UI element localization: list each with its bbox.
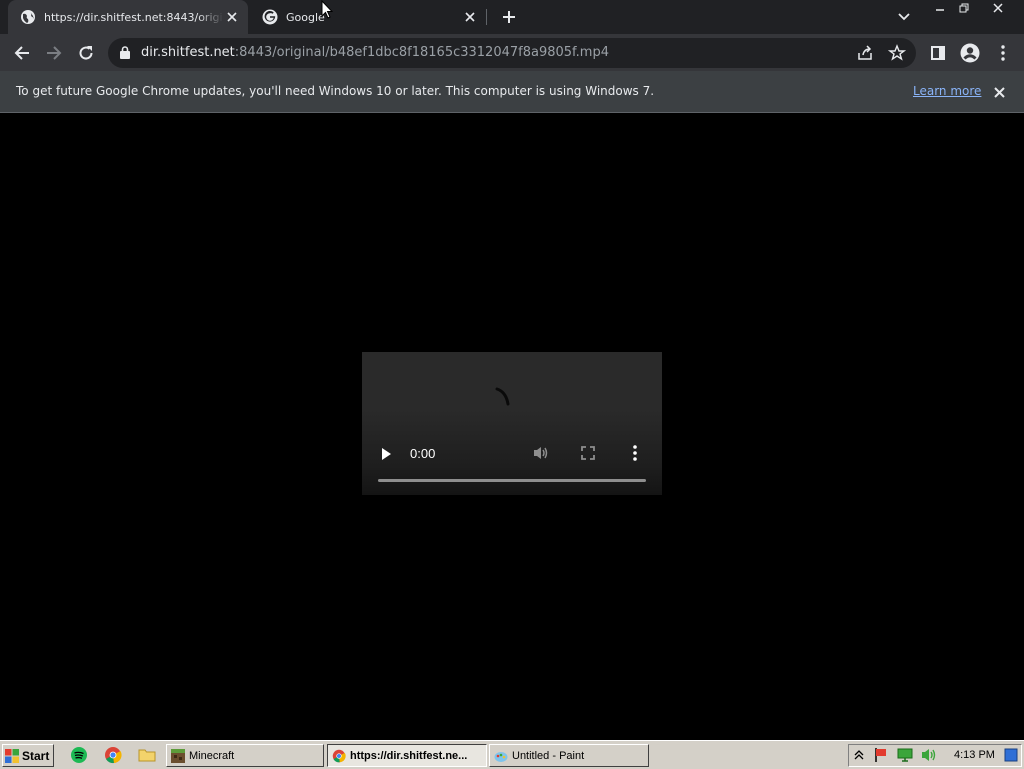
chrome-icon[interactable] (104, 746, 122, 764)
fullscreen-icon[interactable] (581, 446, 595, 460)
page-content: 0:00 (0, 113, 1024, 740)
chevron-up-icon[interactable] (854, 750, 864, 760)
speaker-icon[interactable] (921, 747, 937, 763)
arrow-right-icon (47, 46, 62, 60)
restore-button[interactable] (952, 0, 976, 16)
close-window-button[interactable] (986, 0, 1010, 16)
side-panel-icon (931, 46, 945, 60)
tab-google[interactable]: Google (250, 0, 486, 34)
update-infobar: To get future Google Chrome updates, you… (0, 71, 1024, 113)
google-icon (262, 9, 278, 25)
folder-icon[interactable] (138, 746, 156, 764)
globe-icon (21, 10, 35, 24)
chevron-down-icon (898, 13, 910, 21)
paint-icon (494, 751, 508, 762)
plus-icon (503, 11, 515, 23)
more-options-icon[interactable] (632, 445, 638, 461)
restore-icon (959, 3, 969, 13)
loading-spinner-icon (495, 387, 510, 406)
tab-active[interactable]: https://dir.shitfest.net:8443/original/b… (8, 0, 248, 34)
mouse-cursor-icon (321, 0, 333, 19)
system-tray: 4:13 PM (848, 744, 1022, 767)
infobar-message: To get future Google Chrome updates, you… (16, 84, 655, 98)
taskbar-item-paint[interactable]: Untitled - Paint (489, 744, 649, 767)
taskbar-item-chrome[interactable]: https://dir.shitfest.ne... (327, 744, 487, 767)
start-button[interactable]: Start (2, 744, 54, 767)
minimize-button[interactable] (928, 0, 952, 16)
chrome-icon (332, 749, 346, 762)
network-icon[interactable] (897, 747, 913, 763)
profile-button[interactable] (957, 40, 983, 66)
start-label: Start (22, 748, 50, 763)
lock-icon (120, 46, 130, 59)
share-icon[interactable] (856, 44, 874, 62)
windows-logo-icon (5, 748, 19, 763)
star-icon[interactable] (888, 44, 906, 62)
video-time: 0:00 (410, 446, 436, 461)
minecraft-icon (171, 748, 185, 763)
minimize-icon (936, 9, 944, 11)
close-icon (993, 3, 1003, 13)
play-icon[interactable] (378, 445, 394, 463)
tab-close-icon[interactable] (462, 9, 478, 25)
learn-more-link[interactable]: Learn more (913, 84, 981, 98)
tab-search-button[interactable] (894, 8, 914, 26)
back-button[interactable] (9, 40, 35, 66)
profile-icon (960, 43, 980, 63)
kebab-menu-icon (1001, 45, 1005, 61)
taskbar-item-label: Minecraft (189, 749, 235, 762)
browser-toolbar: dir.shitfest.net:8443/original/b48ef1dbc… (0, 34, 1024, 71)
new-tab-button[interactable] (498, 6, 520, 28)
taskbar-item-label: Untitled - Paint (512, 749, 585, 762)
reload-button[interactable] (73, 40, 99, 66)
spotify-icon[interactable] (70, 746, 88, 764)
close-icon (993, 86, 1005, 98)
show-desktop-icon[interactable] (1004, 748, 1018, 762)
arrow-left-icon (14, 46, 29, 60)
video-player[interactable]: 0:00 (362, 352, 662, 495)
side-panel-button[interactable] (925, 40, 951, 66)
menu-button[interactable] (990, 40, 1016, 66)
taskbar-item-minecraft[interactable]: Minecraft (166, 744, 324, 767)
tab-title: https://dir.shitfest.net:8443/original/b… (44, 10, 224, 24)
tab-strip: https://dir.shitfest.net:8443/original/b… (0, 0, 1024, 34)
tab-separator (486, 9, 487, 25)
taskbar: Start Minecraft https://dir.shitfest.ne.… (0, 740, 1024, 769)
infobar-close-button[interactable] (990, 84, 1008, 100)
volume-icon[interactable] (532, 445, 550, 461)
action-center-flag-icon[interactable] (873, 747, 889, 763)
taskbar-item-label: https://dir.shitfest.ne... (350, 749, 468, 762)
tab-title: Google (286, 10, 325, 24)
address-bar[interactable]: dir.shitfest.net:8443/original/b48ef1dbc… (108, 38, 916, 68)
clock[interactable]: 4:13 PM (954, 749, 995, 761)
tab-close-icon[interactable] (224, 9, 240, 25)
forward-button[interactable] (41, 40, 67, 66)
seek-bar[interactable] (378, 479, 646, 482)
url-text: dir.shitfest.net:8443/original/b48ef1dbc… (141, 45, 609, 60)
reload-icon (79, 46, 93, 60)
